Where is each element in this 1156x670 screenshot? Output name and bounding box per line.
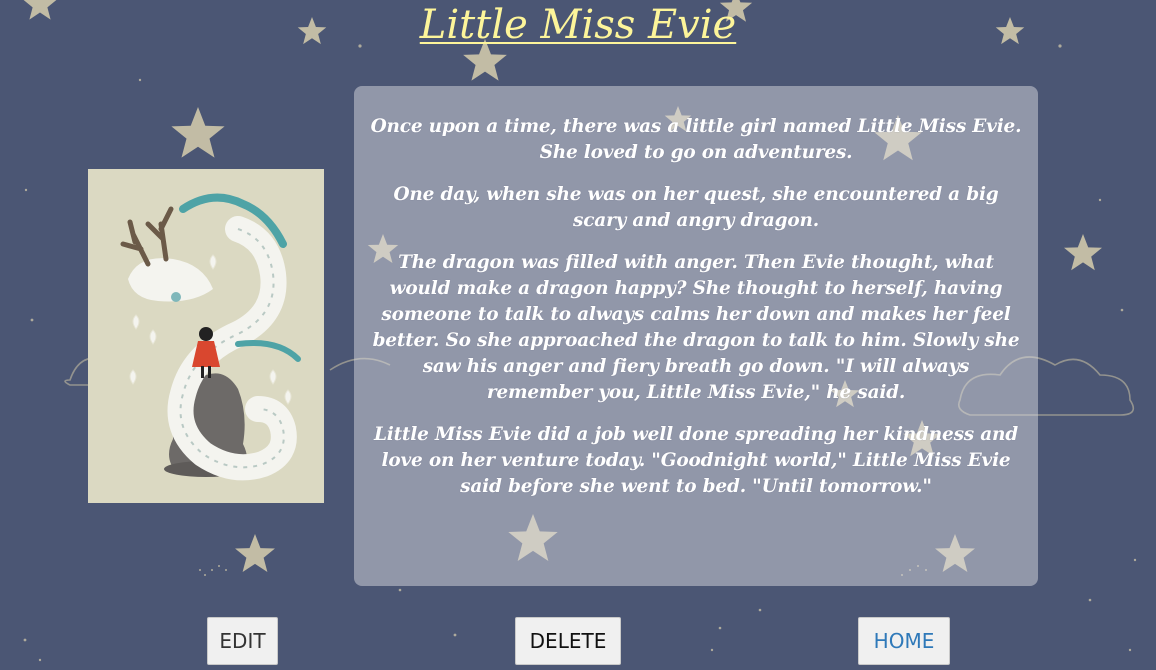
delete-button[interactable]: DELETE — [515, 617, 621, 665]
story-paragraph: Little Miss Evie did a job well done spr… — [373, 424, 1019, 497]
story-text-panel: Once upon a time, there was a little gir… — [354, 86, 1038, 586]
dragon-illustration-icon — [88, 169, 324, 503]
story-paragraph: One day, when she was on her quest, she … — [393, 184, 999, 231]
story-paragraph: Once upon a time, there was a little gir… — [370, 116, 1022, 163]
page-title: Little Miss Evie — [419, 2, 737, 48]
story-illustration — [88, 169, 324, 503]
home-button[interactable]: HOME — [858, 617, 950, 665]
edit-button[interactable]: EDIT — [207, 617, 278, 665]
story-paragraph: The dragon was filled with anger. Then E… — [372, 252, 1020, 403]
